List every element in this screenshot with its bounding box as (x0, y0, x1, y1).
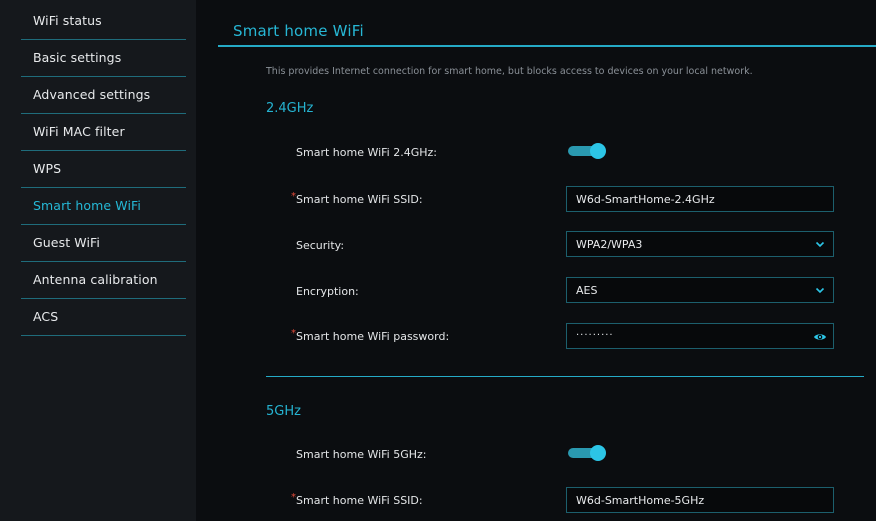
sidebar-item-guest-wifi[interactable]: Guest WiFi (21, 225, 186, 262)
toggle-label-2-4ghz: Smart home WiFi 2.4GHz: (296, 146, 437, 159)
ssid-label-2-4ghz: * Smart home WiFi SSID: (291, 191, 423, 206)
sidebar-item-wifi-mac-filter[interactable]: WiFi MAC filter (21, 114, 186, 151)
sidebar-item-label: WPS (33, 161, 62, 176)
password-input-2-4ghz[interactable]: ········· (566, 323, 834, 349)
sidebar-item-label: Antenna calibration (33, 272, 158, 287)
sidebar-item-acs[interactable]: ACS (21, 299, 186, 336)
security-label-2-4ghz: Security: (296, 239, 345, 252)
eye-icon[interactable] (813, 330, 827, 344)
sidebar-item-label: WiFi MAC filter (33, 124, 125, 139)
page-title: Smart home WiFi (233, 22, 364, 40)
sidebar-item-wps[interactable]: WPS (21, 151, 186, 188)
encryption-label-2-4ghz: Encryption: (296, 285, 359, 298)
page-description: This provides Internet connection for sm… (266, 66, 753, 77)
chevron-down-icon (815, 241, 825, 248)
title-divider (218, 45, 876, 47)
toggle-knob (590, 143, 606, 159)
encryption-select-2-4ghz[interactable]: AES (566, 277, 834, 303)
chevron-down-icon (815, 287, 825, 294)
smart-home-5ghz-toggle[interactable] (568, 445, 608, 461)
sidebar-nav: WiFi status Basic settings Advanced sett… (0, 0, 196, 521)
sidebar-item-wifi-status[interactable]: WiFi status (21, 3, 186, 40)
ssid-input-5ghz[interactable]: W6d-SmartHome-5GHz (566, 487, 834, 513)
required-marker: * (291, 492, 296, 503)
smart-home-2-4ghz-toggle[interactable] (568, 143, 608, 159)
main-content (218, 0, 876, 521)
sidebar-item-label: Guest WiFi (33, 235, 100, 250)
security-select-2-4ghz[interactable]: WPA2/WPA3 (566, 231, 834, 257)
sidebar-item-label: Advanced settings (33, 87, 151, 102)
sidebar-item-label: ACS (33, 309, 59, 324)
section-divider (266, 376, 864, 377)
password-label-2-4ghz: * Smart home WiFi password: (291, 328, 450, 343)
password-value: ········· (576, 330, 614, 341)
ssid-label-5ghz: * Smart home WiFi SSID: (291, 492, 423, 507)
encryption-value: AES (576, 284, 598, 297)
ssid-value: W6d-SmartHome-2.4GHz (576, 193, 715, 206)
toggle-label-5ghz: Smart home WiFi 5GHz: (296, 448, 427, 461)
security-value: WPA2/WPA3 (576, 238, 643, 251)
sidebar-item-advanced-settings[interactable]: Advanced settings (21, 77, 186, 114)
sidebar-item-label: WiFi status (33, 13, 102, 28)
section-heading-2-4ghz: 2.4GHz (266, 101, 314, 116)
sidebar-item-antenna-calibration[interactable]: Antenna calibration (21, 262, 186, 299)
sidebar-item-smart-home-wifi[interactable]: Smart home WiFi (21, 188, 186, 225)
required-marker: * (291, 328, 296, 339)
sidebar-item-label: Basic settings (33, 50, 122, 65)
ssid-value: W6d-SmartHome-5GHz (576, 494, 705, 507)
section-heading-5ghz: 5GHz (266, 404, 301, 419)
toggle-knob (590, 445, 606, 461)
sidebar-item-basic-settings[interactable]: Basic settings (21, 40, 186, 77)
sidebar-item-label: Smart home WiFi (33, 198, 142, 213)
ssid-input-2-4ghz[interactable]: W6d-SmartHome-2.4GHz (566, 186, 834, 212)
required-marker: * (291, 191, 296, 202)
